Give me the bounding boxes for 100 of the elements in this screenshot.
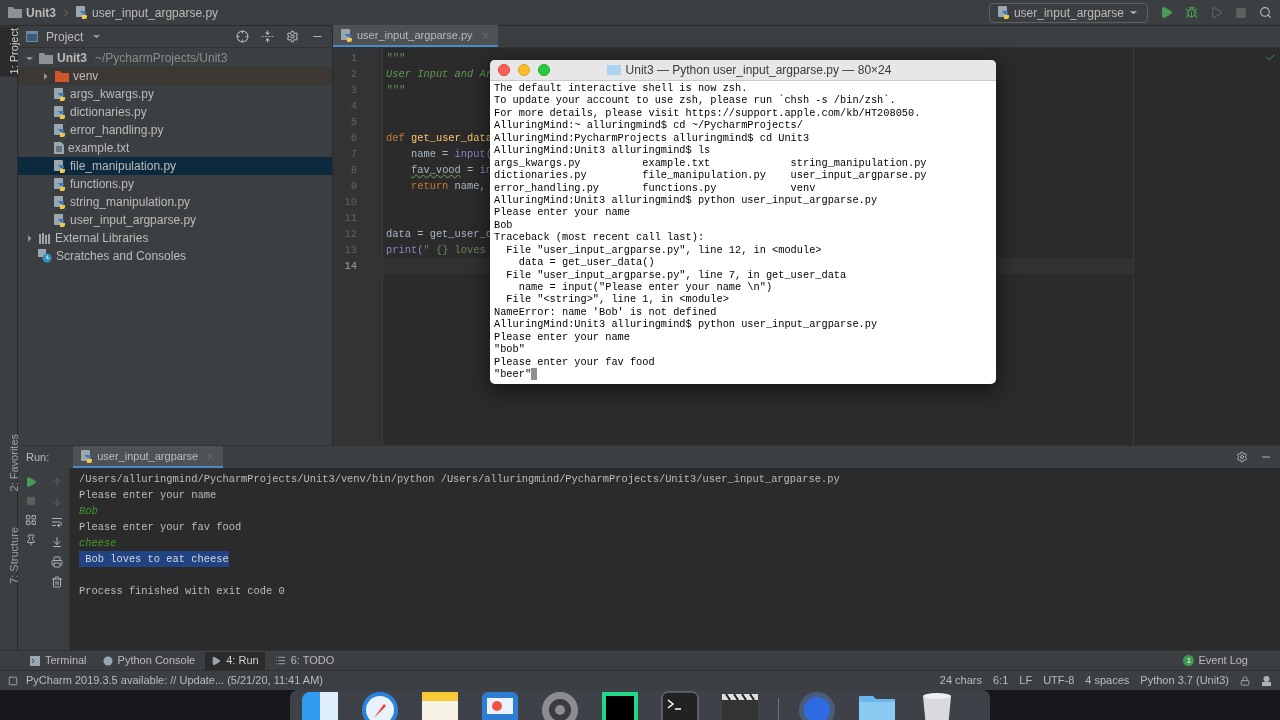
soft-wrap-icon[interactable] [50, 516, 63, 528]
tree-item-label: args_kwargs.py [70, 86, 155, 103]
inspector-icon[interactable] [1261, 675, 1272, 686]
terminal-line: File "<string>", line 1, in <module> [505, 293, 729, 306]
tool-window-tab[interactable]: 4: Run [205, 651, 265, 670]
status-message: PyCharm 2019.3.5 available: // Update... (5/21/20, 11:41 AM) [26, 673, 323, 689]
file-icon [54, 123, 66, 137]
tree-item[interactable]: dictionaries.py [18, 103, 151, 121]
terminal-line: To update your account to use zsh, please run `chsh -s /bin/zsh`. [494, 94, 896, 107]
status-item[interactable]: UTF-8 [1043, 672, 1075, 689]
text-file-icon [54, 142, 64, 154]
terminal-icon[interactable] [658, 690, 702, 720]
code-line: User Input and Ar [386, 67, 492, 82]
file-icon [54, 159, 66, 173]
scratch-icon [38, 249, 52, 263]
console-line: Bob [79, 504, 98, 519]
tree-item[interactable]: Scratches and Consoles [18, 247, 191, 265]
tree-item[interactable]: user_input_argparse.py [18, 211, 201, 229]
terminal-line: Please enter your name [494, 206, 630, 219]
status-item[interactable]: 6:1 [993, 672, 1009, 689]
panel-toggle-icon[interactable] [8, 675, 18, 686]
notification-count: 1 [1183, 655, 1195, 666]
scroll-to-end-icon[interactable] [50, 536, 63, 548]
terminal-line: NameError: name 'Bob' is not defined [494, 305, 717, 319]
run-tab[interactable]: user_input_argparse [73, 446, 224, 468]
search-icon[interactable] [1259, 6, 1272, 19]
debug-icon[interactable] [1185, 6, 1198, 19]
terminal-line: args_kwargs.py example.txt string_manipulation.py [494, 156, 927, 170]
todo-icon [274, 655, 286, 666]
file-icon [341, 28, 353, 42]
tree-item-label: Scratches and Consoles [56, 248, 187, 265]
zoom-window-button[interactable] [538, 64, 550, 76]
tree-item[interactable]: error_handling.py [18, 121, 168, 139]
locate-icon[interactable] [236, 30, 249, 43]
console-icon [102, 655, 113, 666]
trash-icon[interactable] [50, 576, 63, 588]
tree-item-path: ~/PycharmProjects/Unit3 [95, 50, 228, 67]
panel-title[interactable]: Project [46, 27, 84, 46]
tree-item[interactable]: args_kwargs.py [18, 85, 159, 103]
collapse-all-icon[interactable] [261, 30, 274, 43]
status-item[interactable]: 4 spaces [1085, 672, 1130, 689]
file-icon [54, 87, 66, 101]
settings-icon[interactable] [286, 30, 299, 43]
tree-item[interactable]: venv [18, 67, 332, 85]
close-window-button[interactable] [498, 64, 510, 76]
layout-icon[interactable] [25, 514, 37, 526]
terminal-line: dictionaries.py file_manipulation.py user_input_argparse.py [494, 169, 927, 182]
file-icon [76, 6, 88, 19]
tree-item[interactable]: example.txt [18, 139, 134, 157]
code-line: name = input( [409, 147, 492, 162]
terminal-line: AlluringMind:Unit3 alluringmind$ python user_input_argparse.py [494, 193, 878, 207]
console-line: Please enter your fav food [79, 520, 242, 535]
status-item[interactable]: LF [1019, 672, 1033, 689]
settings-icon[interactable] [1236, 451, 1248, 463]
tool-window-tab[interactable]: 2: Favorites [0, 431, 17, 494]
print-icon[interactable] [50, 556, 63, 568]
run-configuration-dropdown[interactable]: user_input_argparse [988, 2, 1148, 23]
code-line: """ [386, 51, 405, 66]
breadcrumb-item[interactable]: Unit3 [26, 3, 56, 22]
event-log-button[interactable]: 1 Event Log [1183, 652, 1248, 669]
terminal-line: Bob [494, 218, 513, 232]
console-line: Process finished with exit code 0 [79, 584, 285, 599]
tree-item-label: string_manipulation.py [70, 194, 191, 211]
status-item[interactable]: Python 3.7 (Unit3) [1140, 672, 1229, 689]
status-item[interactable]: 24 chars [939, 672, 982, 689]
tree-item[interactable]: string_manipulation.py [18, 193, 195, 211]
tool-window-tab[interactable]: Python Console [96, 651, 202, 670]
console-line: Please enter your name [79, 488, 217, 503]
run-icon[interactable] [1160, 6, 1173, 19]
tree-item[interactable]: External Libraries [18, 229, 153, 247]
tool-window-tab[interactable]: Terminal [24, 651, 93, 670]
terminal-line: Traceback (most recent call last): [494, 231, 705, 244]
file-icon [81, 449, 94, 463]
terminal-line: The default interactive shell is now zsh. [494, 82, 748, 95]
tree-item-label: example.txt [68, 140, 130, 157]
terminal-line: error_handling.py functions.py venv [494, 181, 816, 194]
panel-icon [26, 31, 38, 42]
breadcrumb-item[interactable]: user_input_argparse.py [92, 3, 219, 22]
library-icon [39, 232, 51, 244]
terminal-line: Please enter your name [494, 330, 630, 344]
tree-item[interactable]: Unit3 ~/PycharmProjects/Unit3 [18, 49, 232, 67]
code-line: def get_user_data [386, 131, 492, 146]
file-icon [54, 195, 66, 209]
terminal-line: File "user_input_argparse.py", line 7, in get_user_data [505, 268, 847, 281]
tool-window-tab[interactable]: 7: Structure [0, 525, 17, 586]
editor-tab[interactable]: user_input_argparse.py [333, 25, 498, 47]
file-icon [54, 177, 66, 191]
tree-item[interactable]: file_manipulation.py [18, 157, 332, 175]
lock-icon[interactable] [1240, 675, 1250, 686]
folder-icon [8, 7, 22, 18]
tree-item-label: file_manipulation.py [70, 158, 177, 175]
rerun-icon[interactable] [25, 476, 37, 488]
tool-window-tab[interactable]: 6: TODO [268, 651, 341, 670]
code-line: data = get_user_c [386, 227, 492, 242]
terminal-line: AlluringMind:PycharmProjects alluringmind$ cd Unit3 [494, 131, 810, 145]
code-line: return name, [409, 179, 486, 194]
pin-icon[interactable] [25, 534, 37, 546]
tree-item[interactable]: functions.py [18, 175, 139, 193]
terminal-line: AlluringMind:Unit3 alluringmind$ ls [494, 144, 711, 157]
file-icon [997, 6, 1010, 19]
